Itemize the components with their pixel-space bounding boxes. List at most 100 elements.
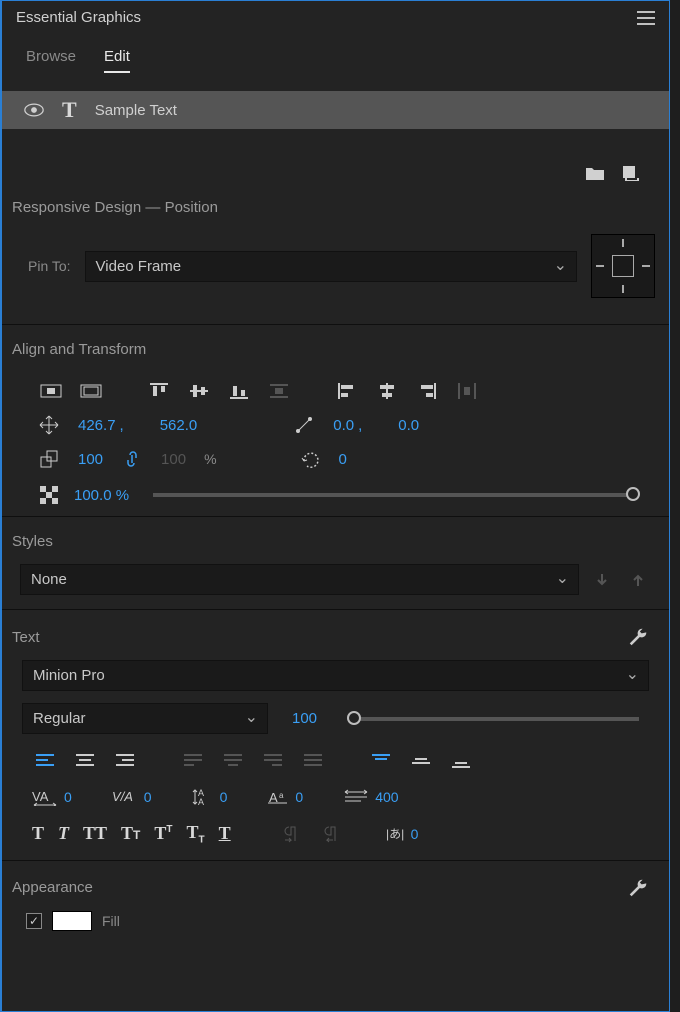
scale-row: 100 100 % 0	[2, 438, 669, 472]
position-icon[interactable]	[38, 416, 60, 434]
svg-text:VA: VA	[32, 789, 49, 804]
opacity-icon[interactable]	[38, 486, 60, 504]
layer-name[interactable]: Sample Text	[95, 102, 177, 119]
leading-value[interactable]: 0	[220, 789, 228, 805]
opacity-value[interactable]: 100.0 %	[74, 487, 129, 504]
layer-row[interactable]: T Sample Text	[2, 91, 669, 129]
align-right-icon[interactable]	[414, 380, 440, 402]
ltr-indent-icon[interactable]	[279, 823, 305, 845]
distribute-h-icon[interactable]	[454, 380, 480, 402]
subscript-button[interactable]: TT	[187, 822, 205, 846]
vertical-align-top-icon[interactable]	[368, 750, 394, 772]
rtl-indent-icon[interactable]	[319, 823, 345, 845]
all-caps-button[interactable]: TT	[83, 823, 107, 844]
align-bottom-icon[interactable]	[226, 380, 252, 402]
faux-bold-button[interactable]: T	[32, 823, 44, 844]
opacity-slider[interactable]	[153, 493, 633, 497]
underline-button[interactable]: T	[219, 823, 231, 844]
leading-icon[interactable]: AA	[192, 788, 214, 806]
align-top-icon[interactable]	[146, 380, 172, 402]
justify-all-icon[interactable]	[300, 750, 326, 772]
appearance-settings-icon[interactable]	[627, 877, 649, 899]
text-align-left-icon[interactable]	[32, 750, 58, 772]
svg-text:A: A	[198, 797, 204, 806]
vertical-align-bottom-icon[interactable]	[448, 750, 474, 772]
svg-text:a: a	[279, 791, 284, 800]
anchor-point-icon[interactable]	[293, 416, 315, 434]
pin-to-label: Pin To:	[28, 258, 71, 274]
text-layer-icon: T	[62, 97, 77, 123]
styles-value[interactable]: None	[20, 564, 579, 595]
scale-icon[interactable]	[38, 450, 60, 468]
rotation-icon[interactable]	[299, 450, 321, 468]
fill-color-swatch[interactable]	[52, 911, 92, 931]
panel-title: Essential Graphics	[16, 9, 141, 26]
kerning-icon[interactable]: V/A	[112, 788, 138, 806]
styles-dropdown[interactable]: None	[20, 564, 579, 595]
text-format-row: T T TT TT TT TT T |あ| 0	[2, 816, 669, 852]
rotation-value[interactable]: 0	[339, 451, 347, 468]
font-value[interactable]: Minion Pro	[22, 660, 649, 691]
anchor-y[interactable]: 0.0	[398, 417, 419, 434]
styles-row: None	[2, 558, 669, 601]
text-width-value[interactable]: 400	[375, 789, 398, 805]
text-align-row	[2, 744, 669, 778]
scale-linked-value[interactable]: 100	[161, 451, 186, 468]
style-pull-icon[interactable]	[625, 569, 651, 591]
text-width-icon[interactable]	[343, 788, 369, 806]
font-dropdown[interactable]: Minion Pro	[22, 660, 649, 691]
faux-italic-button[interactable]: T	[58, 823, 69, 844]
position-x[interactable]: 426.7	[78, 417, 116, 434]
text-align-right-icon[interactable]	[112, 750, 138, 772]
weight-row: Regular 100	[2, 699, 669, 744]
tracking-icon[interactable]: VA	[32, 788, 58, 806]
align-to-safe-icon[interactable]	[78, 380, 104, 402]
tracking-value[interactable]: 0	[64, 789, 72, 805]
new-folder-icon[interactable]	[585, 165, 605, 181]
layer-actions	[2, 129, 669, 191]
weight-value[interactable]: Regular	[22, 703, 268, 734]
font-size[interactable]: 100	[292, 710, 317, 727]
font-size-slider[interactable]	[351, 717, 639, 721]
pin-diagram[interactable]	[591, 234, 655, 298]
justify-last-right-icon[interactable]	[260, 750, 286, 772]
position-y[interactable]: 562.0	[160, 417, 198, 434]
panel-menu-icon[interactable]	[637, 11, 655, 25]
kerning-value[interactable]: 0	[144, 789, 152, 805]
baseline-value[interactable]: 0	[295, 789, 303, 805]
scale-value[interactable]: 100	[78, 451, 103, 468]
visibility-toggle-icon[interactable]	[24, 103, 44, 117]
align-vcenter-icon[interactable]	[186, 380, 212, 402]
anchor-x[interactable]: 0.0	[333, 417, 354, 434]
small-caps-button[interactable]: TT	[121, 823, 140, 844]
text-align-center-icon[interactable]	[72, 750, 98, 772]
appearance-heading: Appearance	[12, 879, 93, 896]
link-scale-icon[interactable]	[121, 450, 143, 468]
svg-text:|あ|: |あ|	[386, 827, 404, 841]
baseline-shift-icon[interactable]: Aa	[267, 788, 289, 806]
style-push-icon[interactable]	[589, 569, 615, 591]
new-layer-icon[interactable]	[619, 165, 639, 181]
superscript-button[interactable]: TT	[154, 823, 172, 844]
position-sep: ,	[120, 417, 124, 434]
scale-unit: %	[204, 451, 216, 467]
align-left-icon[interactable]	[334, 380, 360, 402]
pin-to-value[interactable]: Video Frame	[85, 251, 577, 282]
pin-to-dropdown[interactable]: Video Frame	[85, 251, 577, 282]
tsume-icon[interactable]: |あ|	[383, 825, 405, 843]
align-to-frame-icon[interactable]	[38, 380, 64, 402]
weight-dropdown[interactable]: Regular	[22, 703, 268, 734]
justify-last-center-icon[interactable]	[220, 750, 246, 772]
tab-browse[interactable]: Browse	[26, 48, 76, 73]
divider	[2, 324, 669, 325]
svg-text:V/A: V/A	[112, 789, 133, 804]
tsume-value[interactable]: 0	[411, 826, 419, 842]
justify-last-left-icon[interactable]	[180, 750, 206, 772]
align-hcenter-icon[interactable]	[374, 380, 400, 402]
tab-edit[interactable]: Edit	[104, 48, 130, 73]
text-settings-icon[interactable]	[627, 626, 649, 648]
pin-to-row: Pin To: Video Frame	[2, 224, 669, 316]
vertical-align-mid-icon[interactable]	[408, 750, 434, 772]
distribute-v-icon[interactable]	[266, 380, 292, 402]
fill-checkbox[interactable]	[26, 913, 42, 929]
